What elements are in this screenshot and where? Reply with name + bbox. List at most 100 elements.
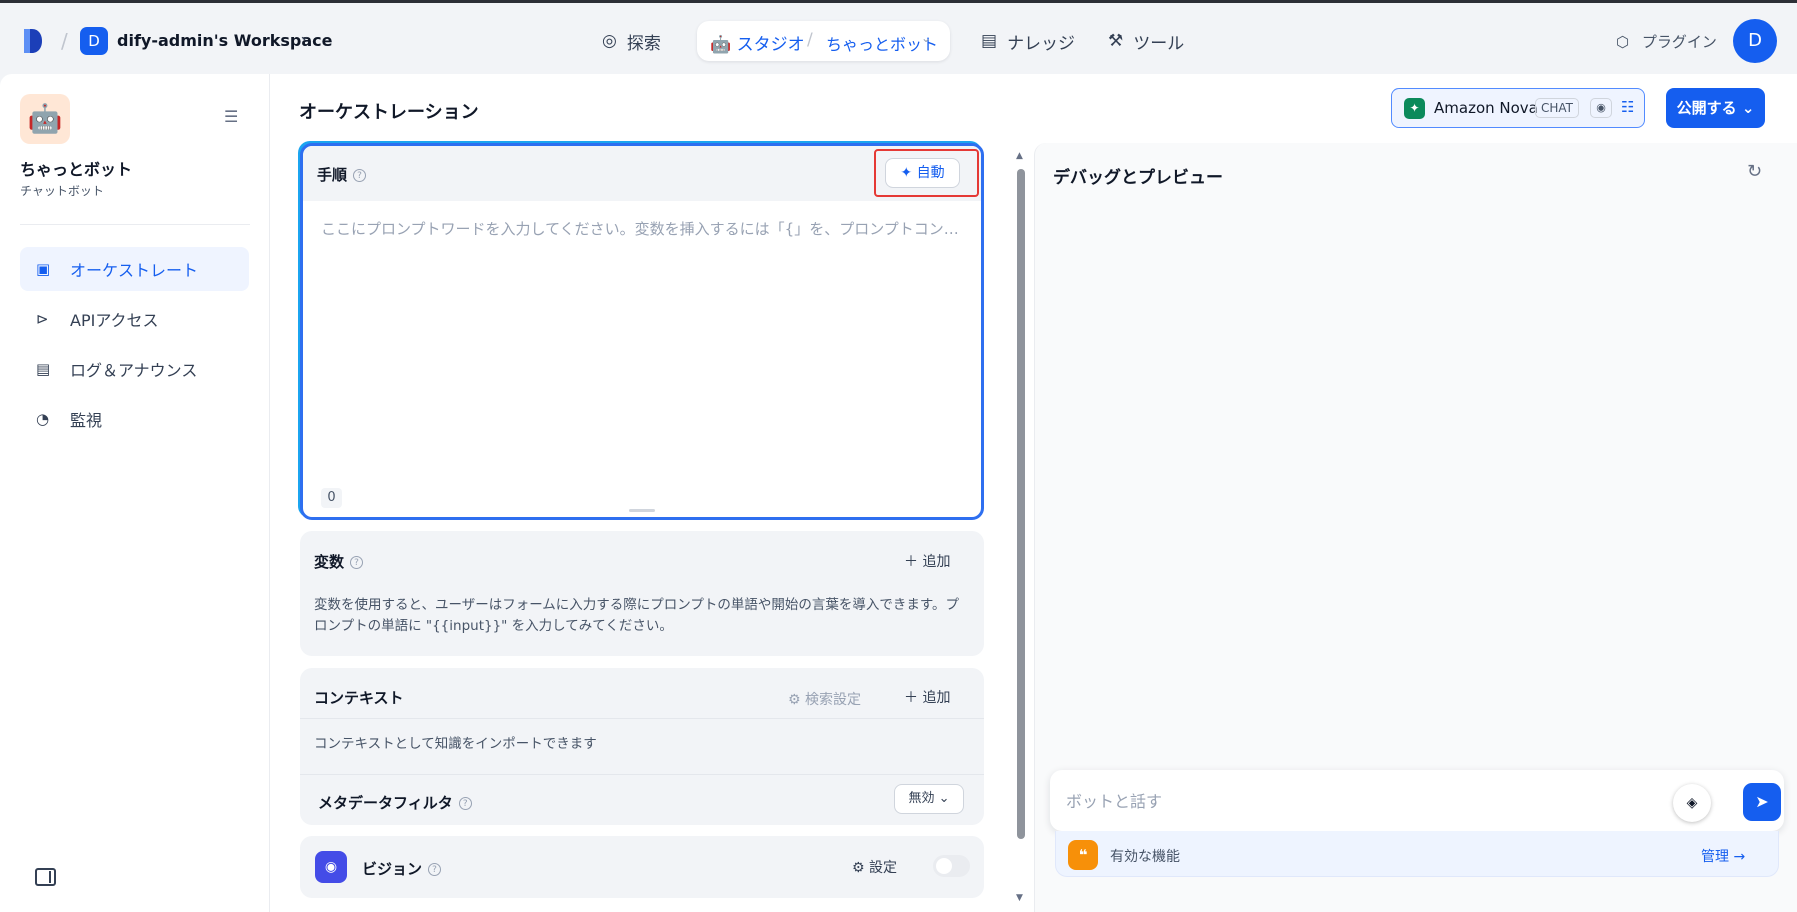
refresh-icon[interactable]: ↻ <box>1747 161 1762 182</box>
vision-title: ビジョン? <box>362 858 442 879</box>
sidebar-item-label: APIアクセス <box>70 311 159 330</box>
features-bar: ❝ 有効な機能 管理 → <box>1055 831 1779 877</box>
plus-icon: ＋ <box>904 690 918 706</box>
nav-tools-label: ツール <box>1133 33 1185 54</box>
nav-knowledge[interactable]: ▤ ナレッジ <box>981 21 1075 61</box>
dify-logo-icon[interactable] <box>22 27 44 55</box>
prompt-editor-card: 手順? ✦ 自動 ここにプロンプトワードを入力してください。変数を挿入するには「… <box>300 143 984 520</box>
auto-generate-button[interactable]: ✦ 自動 <box>885 158 960 188</box>
search-settings-label: 検索設定 <box>805 692 862 708</box>
app-sidebar: 🤖 ☰ ちゃっとボット チャットボット ▣ オーケストレート ⊳ APIアクセス… <box>0 74 270 912</box>
send-icon[interactable]: ➤ <box>1743 783 1781 821</box>
divider <box>300 718 984 719</box>
collapse-sidebar-icon[interactable] <box>35 868 56 886</box>
gauge-icon: ◔ <box>36 410 50 428</box>
sparkle-icon: ✦ <box>900 165 913 181</box>
prompt-header: 手順? ✦ 自動 <box>303 146 981 201</box>
scrollbar-thumb[interactable] <box>1017 169 1025 839</box>
hammer-icon: ⚒ <box>1108 31 1124 51</box>
manage-features-button[interactable]: 管理 → <box>1701 846 1745 866</box>
debug-preview-panel: デバッグとプレビュー ↻ ◈ ➤ ❝ 有効な機能 管理 → <box>1034 143 1797 912</box>
file-list-icon: ▤ <box>36 360 51 378</box>
user-avatar[interactable]: D <box>1733 19 1777 63</box>
model-mode-badge: CHAT <box>1535 98 1580 118</box>
variables-title: 変数? <box>314 551 364 572</box>
metadata-filter-title: メタデータフィルタ? <box>318 792 472 813</box>
nav-explore-label: 探索 <box>626 33 661 54</box>
config-scrollbar[interactable]: ▲ ▼ <box>1016 151 1026 906</box>
sidebar-item-api-access[interactable]: ⊳ APIアクセス <box>20 297 249 341</box>
resize-handle[interactable] <box>629 509 655 512</box>
help-icon[interactable]: ? <box>428 863 442 876</box>
plugins-label: プラグイン <box>1641 33 1717 51</box>
nav-tools[interactable]: ⚒ ツール <box>1108 21 1184 61</box>
publish-label: 公開する <box>1676 99 1737 117</box>
vision-settings-button[interactable]: ⚙ 設定 <box>852 857 897 877</box>
breadcrumb-separator: / <box>61 29 68 53</box>
search-settings-button[interactable]: ⚙ 検索設定 <box>788 689 861 709</box>
auto-label: 自動 <box>916 165 945 181</box>
help-icon[interactable]: ? <box>353 169 367 182</box>
cube-icon: ⬡ <box>1616 33 1630 51</box>
extension-icon[interactable]: ◈ <box>1673 784 1711 822</box>
help-icon[interactable]: ? <box>350 556 364 569</box>
help-icon[interactable]: ? <box>458 797 472 810</box>
model-name: Amazon Nova <box>1434 99 1538 117</box>
app-type: チャットボット <box>20 184 104 198</box>
model-params-icon[interactable]: ☷ <box>1621 98 1634 116</box>
app-robot-icon[interactable]: 🤖 <box>20 94 70 144</box>
nav-explore[interactable]: ◎ 探索 <box>602 21 661 61</box>
metadata-filter-label: メタデータフィルタ <box>318 794 453 812</box>
plugins-button[interactable]: ⬡ プラグイン <box>1616 31 1717 52</box>
add-label: 追加 <box>922 554 951 570</box>
chevron-down-icon[interactable]: ⌄ <box>921 31 931 45</box>
vision-toggle[interactable] <box>933 855 970 877</box>
plus-icon: ＋ <box>904 554 918 570</box>
variables-title-text: 変数 <box>314 553 345 571</box>
chevron-down-icon: ⌄ <box>938 791 950 806</box>
model-selector-button[interactable]: ✦ Amazon Nova CHAT ◉ ☷ <box>1391 88 1645 128</box>
app-settings-icon[interactable]: ☰ <box>224 107 238 126</box>
context-card: コンテキスト ⚙ 検索設定 ＋ 追加 コンテキストとして知識をインポートできます… <box>300 668 984 825</box>
eye-icon: ◉ <box>315 851 347 883</box>
sidebar-item-logs[interactable]: ▤ ログ＆アナウンス <box>20 347 249 391</box>
manage-label: 管理 <box>1701 849 1729 865</box>
add-variable-button[interactable]: ＋ 追加 <box>904 551 950 571</box>
main-panel: オーケストレーション ✦ Amazon Nova CHAT ◉ ☷ 公開する ⌄… <box>270 74 1797 912</box>
divider <box>20 224 250 225</box>
scroll-up-arrow-icon[interactable]: ▲ <box>1016 151 1023 161</box>
nav-studio[interactable]: 🤖 スタジオ / ちゃっとボット ⌄ <box>697 21 950 61</box>
prompt-title-text: 手順 <box>317 166 348 184</box>
sidebar-item-orchestrate[interactable]: ▣ オーケストレート <box>20 247 249 291</box>
divider <box>300 774 984 775</box>
vision-title-text: ビジョン <box>362 860 423 878</box>
scroll-down-arrow-icon[interactable]: ▼ <box>1016 893 1023 903</box>
sidebar-item-monitoring[interactable]: ◔ 監視 <box>20 397 249 441</box>
app-name: ちゃっとボット <box>20 160 133 179</box>
chat-input[interactable] <box>1066 788 1626 814</box>
vision-card: ◉ ビジョン? ⚙ 設定 <box>300 836 984 898</box>
chevron-down-icon[interactable]: ⌄ <box>299 29 310 44</box>
studio-label: スタジオ <box>736 35 805 55</box>
prompt-textarea[interactable]: ここにプロンプトワードを入力してください。変数を挿入するには「{」を、プロンプト… <box>321 218 961 239</box>
eye-icon: ◉ <box>1590 98 1612 118</box>
layout-icon: ▣ <box>36 260 51 278</box>
chevron-down-icon: ⌄ <box>1741 99 1755 117</box>
publish-button[interactable]: 公開する ⌄ <box>1666 88 1765 128</box>
robot-icon: 🤖 <box>710 35 732 55</box>
workspace-avatar[interactable]: D <box>80 27 108 55</box>
studio-link[interactable]: 🤖 スタジオ <box>710 30 805 55</box>
nav-knowledge-label: ナレッジ <box>1007 33 1076 54</box>
sidebar-item-label: オーケストレート <box>70 261 199 280</box>
metadata-filter-select[interactable]: 無効 ⌄ <box>894 784 964 814</box>
breadcrumb-separator: / <box>807 30 813 50</box>
add-context-button[interactable]: ＋ 追加 <box>904 687 950 707</box>
context-title: コンテキスト <box>314 689 404 707</box>
book-icon: ▤ <box>981 31 998 51</box>
quote-icon: ❝ <box>1068 840 1098 870</box>
variables-card: 変数? ＋ 追加 変数を使用すると、ユーザーはフォームに入力する際にプロンプトの… <box>300 531 984 656</box>
gear-icon: ⚙ <box>852 860 865 876</box>
context-description: コンテキストとして知識をインポートできます <box>314 736 597 752</box>
features-label: 有効な機能 <box>1110 849 1180 865</box>
chat-input-box: ◈ ➤ <box>1050 770 1784 831</box>
